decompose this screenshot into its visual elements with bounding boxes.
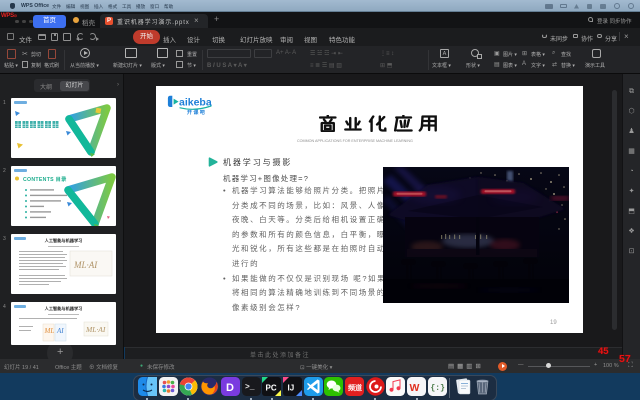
svg-text:IJ: IJ [287, 384, 294, 393]
svg-text:频道: 频道 [348, 383, 362, 392]
svg-text:ML: ML [44, 327, 55, 335]
svg-text:W: W [410, 382, 420, 394]
svg-text:{:}: {:} [430, 384, 445, 393]
svg-text:CONTENTS 目录: CONTENTS 目录 [23, 175, 67, 183]
svg-text:ML·AI: ML·AI [85, 325, 106, 334]
svg-text:ML·AI: ML·AI [73, 260, 98, 270]
svg-text:>_: >_ [245, 383, 255, 392]
svg-text:开 课 吧: 开 课 吧 [187, 109, 205, 116]
svg-text:PC: PC [266, 384, 277, 393]
svg-text:D: D [226, 382, 234, 394]
svg-text:AI: AI [56, 327, 64, 335]
